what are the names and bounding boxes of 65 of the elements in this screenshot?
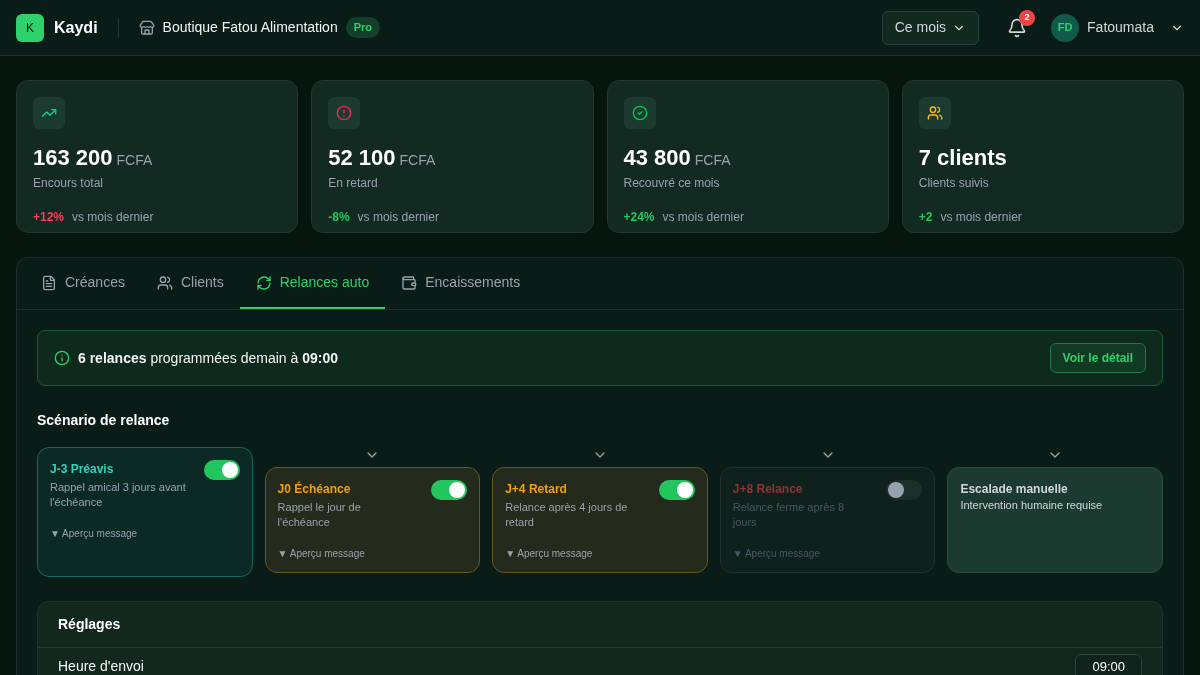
- info-icon: [54, 350, 70, 366]
- kpi-value: 52 100: [328, 144, 396, 172]
- kpi-delta: +24%: [623, 209, 655, 226]
- step-title: J-3 Préavis: [50, 461, 114, 478]
- tab[interactable]: Clients: [140, 258, 240, 309]
- step-description: Rappel le jour de l'échéance: [277, 500, 362, 530]
- user-menu[interactable]: FD Fatoumata: [1051, 13, 1184, 42]
- kpi-unit: FCFA: [399, 151, 436, 170]
- toggle-switch[interactable]: [886, 480, 923, 500]
- shop-name: Boutique Fatou Alimentation: [162, 18, 338, 37]
- kpi-value: 163 200: [33, 144, 113, 172]
- wallet-icon: [401, 274, 418, 291]
- toggle-switch[interactable]: [203, 460, 240, 480]
- kpi-label: Encours total: [33, 175, 105, 192]
- kpi-delta-caption: vs mois dernier: [72, 209, 154, 226]
- users-icon: [926, 105, 943, 121]
- step-title: J+8 Relance: [732, 481, 803, 498]
- kpi-label: Clients suivis: [918, 175, 990, 192]
- settings-title: Réglages: [38, 602, 1162, 648]
- step-title: J+4 Retard: [505, 481, 567, 498]
- notification-badge: 2: [1019, 9, 1036, 26]
- section-title: Scénario de relance: [37, 411, 171, 430]
- logo-icon: K: [16, 13, 44, 42]
- alert-icon: [336, 105, 353, 121]
- tab[interactable]: Encaissements: [385, 258, 537, 309]
- banner-text: 6 relances programmées demain à 09:00: [78, 348, 338, 368]
- tab[interactable]: Créances: [25, 258, 141, 309]
- step-title: Escalade manuelle: [960, 481, 1068, 498]
- plan-badge: Pro: [345, 17, 381, 38]
- time-select[interactable]: 09:00: [1075, 654, 1142, 675]
- step-description: Rappel amical 3 jours avant l'échéance: [50, 480, 187, 510]
- kpi-delta: -8%: [328, 209, 350, 226]
- users-icon: [156, 274, 173, 291]
- notification-button[interactable]: 2: [999, 9, 1036, 46]
- kpi-delta-caption: vs mois dernier: [662, 209, 744, 226]
- kpi-delta: +2: [918, 209, 933, 226]
- detail-button[interactable]: Voir le détail: [1049, 343, 1146, 373]
- kpi-unit: FCFA: [694, 151, 731, 170]
- setting-label: Heure d'envoi: [58, 657, 144, 675]
- kpi-value: 7 clients: [918, 144, 1007, 172]
- step-title: J0 Échéance: [277, 480, 351, 498]
- tab[interactable]: Relances auto: [239, 258, 386, 309]
- store-icon: [138, 19, 155, 36]
- kpi-delta-caption: vs mois dernier: [357, 209, 439, 226]
- kpi-delta: +12%: [33, 209, 65, 226]
- preview-toggle[interactable]: ▼ Aperçu message: [50, 526, 240, 541]
- step-description: Relance après 4 jours de retard: [505, 500, 629, 530]
- kpi-label: En retard: [328, 175, 379, 192]
- step-description: Intervention humaine requise: [960, 498, 1104, 513]
- kpi-label: Recouvré ce mois: [623, 175, 721, 192]
- toggle-switch[interactable]: [658, 480, 695, 500]
- refresh-icon: [255, 274, 272, 291]
- kpi-unit: FCFA: [116, 151, 153, 170]
- step-description: Relance ferme après 8 jours: [732, 500, 846, 530]
- check-circle-icon: [631, 105, 648, 121]
- preview-toggle[interactable]: ▼ Aperçu message: [277, 546, 468, 561]
- preview-toggle[interactable]: ▼ Aperçu message: [505, 546, 695, 561]
- brand-name: Kaydi: [54, 17, 98, 38]
- kpi-delta-caption: vs mois dernier: [940, 209, 1022, 226]
- period-dropdown[interactable]: Ce mois: [881, 10, 980, 45]
- user-name: Fatoumata: [1087, 18, 1154, 37]
- document-icon: [41, 274, 57, 291]
- kpi-value: 43 800: [623, 144, 691, 172]
- user-avatar: FD: [1051, 13, 1080, 42]
- toggle-switch[interactable]: [431, 480, 468, 500]
